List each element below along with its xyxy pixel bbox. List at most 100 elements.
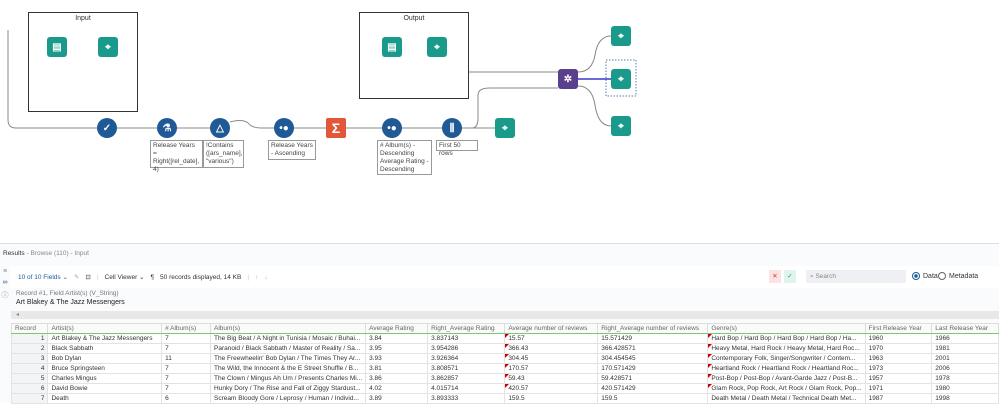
table-cell[interactable]: 304.45 <box>504 353 599 364</box>
browse-tool-binoculars-icon[interactable]: ⌖ <box>611 116 631 136</box>
browse-tool-binoculars-icon[interactable]: ⌖ <box>98 37 118 57</box>
table-cell[interactable]: 15.571429 <box>597 333 709 344</box>
table-cell[interactable]: The Clown / Mingus Ah Um / Presents Char… <box>210 373 367 384</box>
table-cell[interactable]: 420.571429 <box>597 383 709 394</box>
column-header[interactable]: Average number of reviews <box>504 323 599 334</box>
table-row[interactable]: 5 Charles Mingus 7 The Clown / Mingus Ah Um… <box>10 373 999 384</box>
table-cell[interactable]: Heartland Rock / Heartland Rock / Heartl… <box>707 363 866 374</box>
input-container[interactable]: Input <box>28 12 138 112</box>
table-cell[interactable]: 3.89 <box>365 393 429 404</box>
table-cell[interactable]: 1970 <box>864 343 933 354</box>
table-cell[interactable]: 159.5 <box>597 393 709 404</box>
table-cell[interactable]: 7 <box>161 333 212 344</box>
sort-tool-dots-icon[interactable]: •● <box>274 118 294 138</box>
table-cell[interactable]: 3.81 <box>365 363 429 374</box>
table-cell[interactable]: 1973 <box>864 363 933 374</box>
table-cell[interactable]: 366.428571 <box>597 343 709 354</box>
binoculars-icon[interactable]: ∞ <box>0 279 10 286</box>
table-cell[interactable]: The Wild, the Innocent & the E Street Sh… <box>210 363 367 374</box>
table-cell[interactable]: Hard Bop / Hard Bop / Hard Bop / Hard Bo… <box>707 333 866 344</box>
table-cell[interactable]: 15.57 <box>504 333 599 344</box>
table-cell[interactable]: 3.926364 <box>427 353 506 364</box>
column-header[interactable]: Last Release Year <box>931 323 999 334</box>
column-header[interactable]: Record <box>10 323 49 334</box>
browse-tool-binoculars-icon[interactable]: ⌖ <box>611 26 631 46</box>
table-cell[interactable]: 2 <box>10 343 49 354</box>
table-cell[interactable]: The Big Beat / A Night in Tunisia / Mosa… <box>210 333 367 344</box>
arrow-up-icon[interactable]: ↑ <box>255 274 258 281</box>
table-cell[interactable]: Glam Rock, Pop Rock, Art Rock / Glam Roc… <box>707 383 866 394</box>
table-cell[interactable]: 2006 <box>931 363 999 374</box>
table-cell[interactable]: 1963 <box>864 353 933 364</box>
table-cell[interactable]: Bruce Springsteen <box>47 363 163 374</box>
table-cell[interactable]: Hunky Dory / The Rise and Fall of Ziggy … <box>210 383 367 394</box>
table-cell[interactable]: Contemporary Folk, Singer/Songwriter / C… <box>707 353 866 364</box>
summarize-tool-sigma-icon[interactable]: Σ <box>326 118 346 138</box>
join-tool-network-icon[interactable]: ✲ <box>558 69 578 89</box>
edit-icon[interactable]: ✎ <box>74 273 79 281</box>
table-row[interactable]: 1 Art Blakey & The Jazz Messengers 7 The Bi… <box>10 333 999 344</box>
table-cell[interactable]: Bob Dylan <box>47 353 163 364</box>
column-header[interactable]: Right_Average number of reviews <box>597 323 709 334</box>
table-cell[interactable]: 7 <box>161 373 212 384</box>
column-header[interactable]: Average Rating <box>365 323 429 334</box>
table-cell[interactable]: 2001 <box>931 353 999 364</box>
table-cell[interactable]: Post-Bop / Post-Bop / Avant-Garde Jazz /… <box>707 373 866 384</box>
table-cell[interactable]: 7 <box>161 363 212 374</box>
table-cell[interactable]: 7 <box>10 393 49 404</box>
input-data-tool-book-icon[interactable]: ▤ <box>47 37 67 57</box>
table-cell[interactable]: 420.57 <box>504 383 599 394</box>
table-row[interactable]: 6 David Bowie 7 Hunky Dory / The Rise and F… <box>10 383 999 394</box>
browse-tool-binoculars-icon-selected[interactable]: ⌖ <box>611 69 631 89</box>
table-cell[interactable]: 1981 <box>931 343 999 354</box>
table-cell[interactable]: Death <box>47 393 163 404</box>
table-cell[interactable]: 3.93 <box>365 353 429 364</box>
metadata-radio[interactable]: Metadata <box>938 272 978 280</box>
output-container[interactable]: Output <box>359 12 469 99</box>
help-icon[interactable]: ⓘ <box>0 290 10 300</box>
column-header[interactable]: First Release Year <box>864 323 933 334</box>
table-row[interactable]: 2 Black Sabbath 7 Paranoid / Black Sabbath … <box>10 343 999 354</box>
table-cell[interactable]: 1980 <box>931 383 999 394</box>
table-cell[interactable]: 7 <box>161 383 212 394</box>
table-cell[interactable]: 1971 <box>864 383 933 394</box>
table-cell[interactable]: 1 <box>10 333 49 344</box>
table-cell[interactable]: 3.86 <box>365 373 429 384</box>
workflow-canvas[interactable]: Input Output ▤ ⌖ ▤ ⌖ ✓ ⚗ △ •● Σ •● ⫼ ⌖ ✲… <box>0 0 999 242</box>
table-cell[interactable]: The Freewheelin' Bob Dylan / The Times T… <box>210 353 367 364</box>
table-cell[interactable]: Charles Mingus <box>47 373 163 384</box>
table-cell[interactable]: 1978 <box>931 373 999 384</box>
fields-dropdown[interactable]: 10 of 10 Fields ⌄ <box>18 273 68 281</box>
table-cell[interactable]: 4 <box>10 363 49 374</box>
arrow-down-icon[interactable]: ↓ <box>264 274 267 281</box>
list-icon[interactable]: ≡ <box>0 268 10 275</box>
table-cell[interactable]: 59.43 <box>504 373 599 384</box>
table-cell[interactable]: 59.428571 <box>597 373 709 384</box>
apply-check-icon[interactable]: ✓ <box>784 270 796 283</box>
table-cell[interactable]: Black Sabbath <box>47 343 163 354</box>
column-header[interactable]: Right_Average Rating <box>427 323 506 334</box>
table-cell[interactable]: 6 <box>161 393 212 404</box>
select-tool-check-icon[interactable]: ✓ <box>97 118 117 138</box>
sample-tool-tubes-icon[interactable]: ⫼ <box>442 118 462 138</box>
table-cell[interactable]: 366.43 <box>504 343 599 354</box>
table-cell[interactable]: 170.571429 <box>597 363 709 374</box>
table-cell[interactable]: 1987 <box>864 393 933 404</box>
table-row[interactable]: 3 Bob Dylan 11 The Freewheelin' Bob Dylan /… <box>10 353 999 364</box>
table-row[interactable]: 4 Bruce Springsteen 7 The Wild, the Innocen… <box>10 363 999 374</box>
table-cell[interactable]: 6 <box>10 383 49 394</box>
data-radio[interactable]: Data <box>912 272 938 280</box>
column-header[interactable]: Artist(s) <box>47 323 163 334</box>
browse-tool-binoculars-icon[interactable]: ⌖ <box>427 37 447 57</box>
sort-tool-dots-icon[interactable]: •● <box>382 118 402 138</box>
table-cell[interactable]: 4.02 <box>365 383 429 394</box>
table-cell[interactable]: 3.954286 <box>427 343 506 354</box>
table-cell[interactable]: 3.862857 <box>427 373 506 384</box>
pilcrow-icon[interactable]: ¶ <box>151 274 155 281</box>
table-cell[interactable]: 1966 <box>931 333 999 344</box>
table-cell[interactable]: Heavy Metal, Hard Rock / Heavy Metal, Ha… <box>707 343 866 354</box>
table-cell[interactable]: 3.808571 <box>427 363 506 374</box>
horizontal-scrollbar[interactable]: ◂ <box>11 311 999 319</box>
table-cell[interactable]: Art Blakey & The Jazz Messengers <box>47 333 163 344</box>
table-row[interactable]: 7 Death 6 Scream Bloody Gore / Leprosy / Hu… <box>10 393 999 404</box>
